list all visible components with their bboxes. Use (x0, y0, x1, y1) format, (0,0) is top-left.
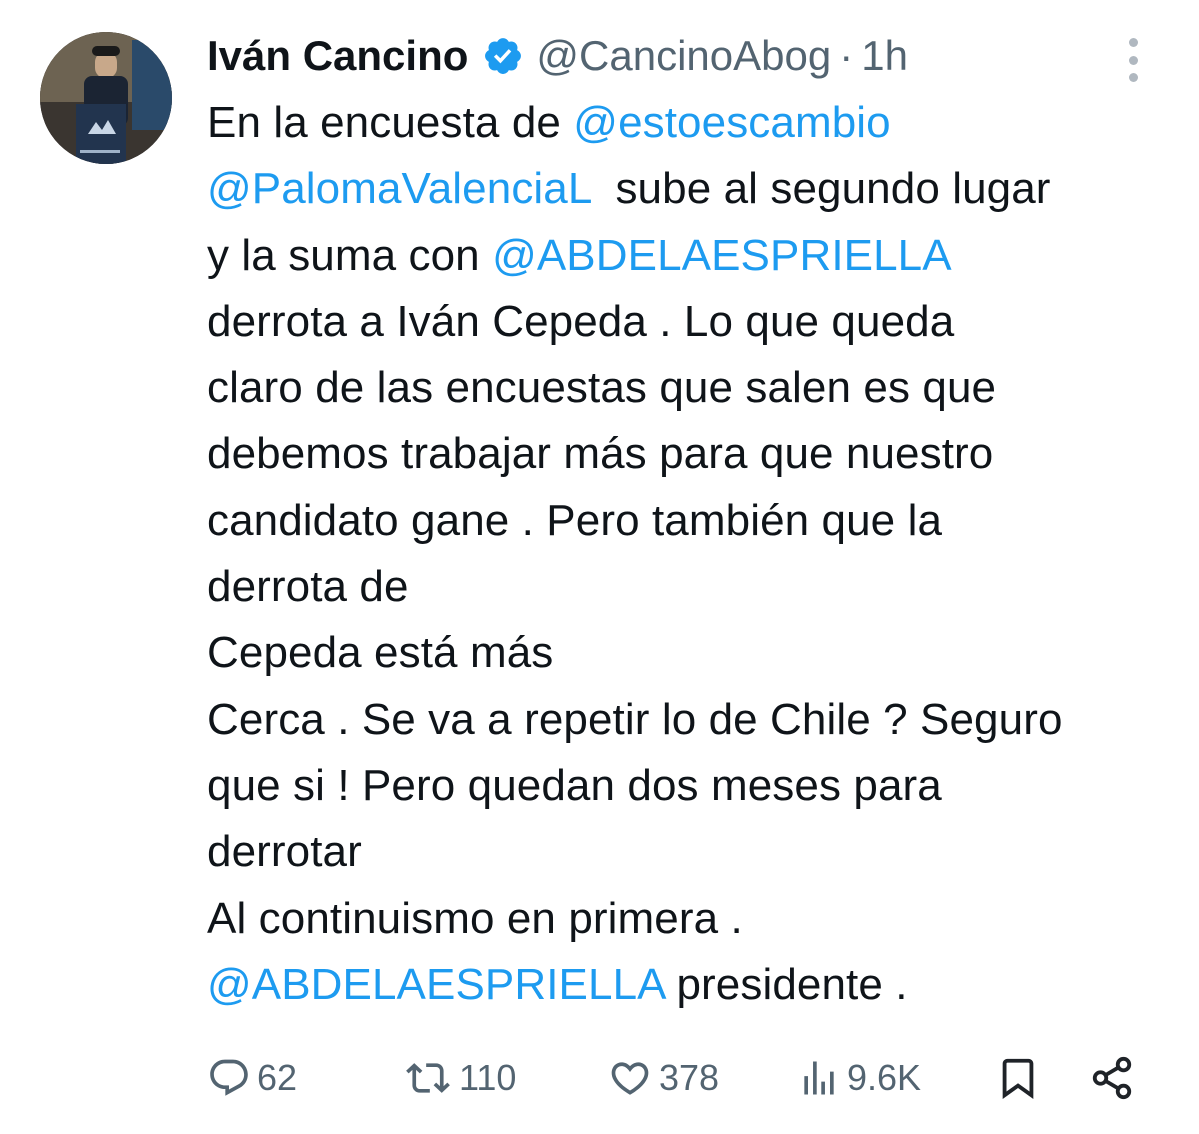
separator-dot: · (839, 32, 854, 79)
views-button[interactable]: 9.6K (797, 1050, 921, 1106)
repost-button[interactable]: 110 (403, 1050, 516, 1106)
tweet-text: En la encuesta de @estoescambio @PalomaV… (207, 90, 1182, 1018)
author-handle[interactable]: @CancinoAbog (536, 32, 831, 80)
mention-link[interactable]: @PalomaValenciaL (207, 164, 591, 213)
repost-count: 110 (459, 1057, 517, 1098)
reply-icon (210, 1059, 248, 1096)
tweet-header: Iván Cancino @CancinoAbog · 1h (207, 28, 908, 84)
tweet-text-segment: presidente . (664, 959, 908, 1009)
bookmark-icon (1002, 1058, 1034, 1099)
author-name[interactable]: Iván Cancino (207, 32, 468, 80)
repost-icon (406, 1063, 450, 1093)
like-count: 378 (659, 1057, 720, 1098)
share-button[interactable] (1089, 1050, 1135, 1106)
share-icon (1092, 1056, 1132, 1100)
reply-count: 62 (257, 1057, 298, 1098)
mention-link[interactable]: @ABDELAESPRIELLA (207, 960, 664, 1009)
views-bar-chart-icon (804, 1061, 834, 1095)
verified-badge-icon[interactable] (482, 35, 524, 77)
reply-button[interactable]: 62 (207, 1050, 297, 1106)
profile-photo (40, 32, 172, 164)
tweet-text-segment: derrota a Iván Cepeda . Lo que queda cla… (207, 296, 1063, 943)
more-options-icon[interactable] (1118, 38, 1148, 82)
post-time[interactable]: 1h (861, 32, 908, 80)
bookmark-button[interactable] (995, 1050, 1041, 1106)
action-bar: 62 110 378 9.6K (207, 1050, 1147, 1106)
tweet-text-segment: En la encuesta de (207, 98, 574, 147)
mention-link[interactable]: @estoescambio (573, 98, 890, 147)
avatar[interactable] (40, 32, 172, 164)
heart-icon (611, 1062, 649, 1095)
like-button[interactable]: 378 (607, 1050, 719, 1106)
views-count: 9.6K (847, 1057, 922, 1098)
mention-link[interactable]: @ABDELAESPRIELLA (492, 231, 952, 280)
